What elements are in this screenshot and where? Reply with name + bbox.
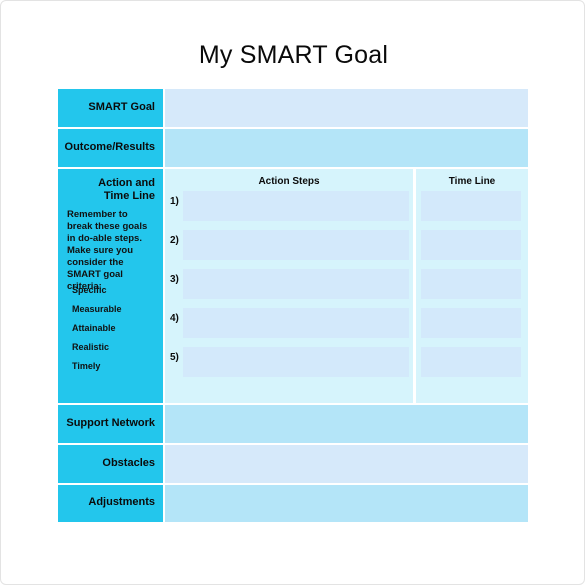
page-container: My SMART Goal SMART Goal Outcome/Results — [0, 0, 585, 585]
row-content-action-time-line: Action Steps 1) 2) 3) 4) 5) Time Line — [165, 169, 528, 403]
action-step-input-2[interactable] — [183, 230, 409, 260]
row-content-support-network — [165, 405, 528, 443]
time-line-input-4[interactable] — [421, 308, 521, 338]
step-number-2: 2) — [170, 235, 179, 246]
row-content-smart-goal — [165, 89, 528, 127]
support-network-input[interactable] — [165, 405, 528, 443]
criteria-item-timely: Timely — [72, 361, 101, 371]
step-number-3: 3) — [170, 274, 179, 285]
row-content-adjustments — [165, 485, 528, 522]
row-label-text: Obstacles — [102, 457, 155, 469]
criteria-item-specific: Specific — [72, 285, 107, 295]
row-label-outcome-results: Outcome/Results — [58, 129, 163, 167]
row-label-text: Outcome/Results — [64, 141, 155, 153]
table-row-smart-goal: SMART Goal — [58, 89, 528, 127]
row-label-text: Support Network — [66, 417, 155, 429]
smart-goal-input[interactable] — [165, 89, 528, 127]
row-label-action-time-line: Action and Time Line Remember to break t… — [58, 169, 163, 403]
row-content-obstacles — [165, 445, 528, 483]
row-content-outcome-results — [165, 129, 528, 167]
time-line-input-1[interactable] — [421, 191, 521, 221]
table-row-outcome-results: Outcome/Results — [58, 129, 528, 167]
adjustments-input[interactable] — [165, 485, 528, 522]
action-step-input-5[interactable] — [183, 347, 409, 377]
row-label-text: SMART Goal — [88, 101, 155, 113]
table-row-adjustments: Adjustments — [58, 485, 528, 522]
table-row-obstacles: Obstacles — [58, 445, 528, 483]
time-line-header: Time Line — [448, 176, 496, 187]
action-step-input-1[interactable] — [183, 191, 409, 221]
row-label-adjustments: Adjustments — [58, 485, 163, 522]
step-number-5: 5) — [170, 352, 179, 363]
action-steps-header: Action Steps — [258, 176, 320, 187]
step-number-4: 4) — [170, 313, 179, 324]
outcome-results-input[interactable] — [165, 129, 528, 167]
smart-criteria-list: Specific Measurable Attainable Realistic… — [72, 281, 122, 376]
row-label-obstacles: Obstacles — [58, 445, 163, 483]
row-label-smart-goal: SMART Goal — [58, 89, 163, 127]
action-step-input-4[interactable] — [183, 308, 409, 338]
action-heading-line-2: Time Line — [103, 190, 155, 202]
row-label-support-network: Support Network — [58, 405, 163, 443]
row-label-text: Adjustments — [88, 496, 155, 508]
criteria-item-attainable: Attainable — [72, 323, 116, 333]
action-step-input-3[interactable] — [183, 269, 409, 299]
time-line-input-5[interactable] — [421, 347, 521, 377]
step-number-1: 1) — [170, 196, 179, 207]
time-line-input-3[interactable] — [421, 269, 521, 299]
action-steps-column: Action Steps 1) 2) 3) 4) 5) — [165, 169, 413, 403]
time-line-input-2[interactable] — [421, 230, 521, 260]
table-row-action-time-line: Action and Time Line Remember to break t… — [58, 169, 528, 403]
action-heading-line-1: Action and — [98, 177, 155, 189]
smart-goal-table: SMART Goal Outcome/Results Action and Ti… — [58, 89, 528, 522]
action-time-line-heading: Action and Time Line — [98, 177, 155, 203]
table-row-support-network: Support Network — [58, 405, 528, 443]
time-line-column: Time Line — [416, 169, 528, 403]
criteria-item-realistic: Realistic — [72, 342, 110, 352]
criteria-item-measurable: Measurable — [72, 304, 122, 314]
page-title: My SMART Goal — [198, 41, 389, 69]
obstacles-input[interactable] — [165, 445, 528, 483]
